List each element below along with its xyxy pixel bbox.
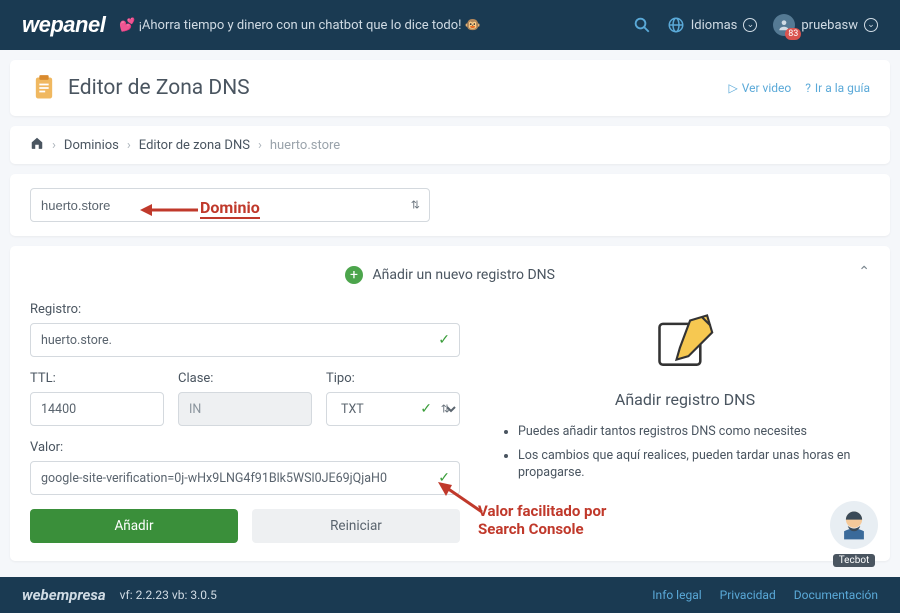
footer-link-legal[interactable]: Info legal	[652, 588, 701, 602]
tecbot-label: Tecbot	[833, 554, 876, 567]
registro-input[interactable]	[30, 323, 460, 357]
chevron-down-icon: ⌄	[864, 18, 878, 32]
domain-selector-card: huerto.store	[10, 174, 890, 236]
ttl-label: TTL:	[30, 371, 164, 386]
go-to-guide-link[interactable]: ? Ir a la guía	[805, 81, 870, 95]
tipo-label: Tipo:	[326, 371, 460, 386]
help-icon: ?	[805, 81, 811, 95]
footer-bar: webempresa vf: 2.2.23 vb: 3.0.5 Info leg…	[0, 577, 900, 613]
valor-label: Valor:	[30, 440, 460, 455]
tip-item: Puedes añadir tantos registros DNS como …	[518, 423, 870, 441]
registro-label: Registro:	[30, 302, 460, 317]
clase-input	[178, 392, 312, 426]
breadcrumb-sep: ›	[52, 138, 56, 153]
footer-link-docs[interactable]: Documentación	[794, 588, 878, 602]
collapse-toggle[interactable]: ⌃	[858, 264, 870, 280]
chevron-down-icon: ⌄	[743, 18, 757, 32]
reset-button[interactable]: Reiniciar	[252, 509, 460, 543]
add-record-illustration: Añadir registro DNS	[500, 312, 870, 409]
plus-icon: +	[345, 266, 363, 284]
notification-badge: 83	[785, 28, 801, 40]
info-title: Añadir registro DNS	[500, 390, 870, 409]
ttl-input[interactable]	[30, 392, 164, 426]
add-record-title: Añadir un nuevo registro DNS	[372, 267, 555, 283]
breadcrumb-item-editor[interactable]: Editor de zona DNS	[139, 138, 250, 153]
add-button[interactable]: Añadir	[30, 509, 238, 543]
breadcrumb-current: huerto.store	[270, 138, 340, 153]
home-icon[interactable]	[30, 136, 44, 154]
video-icon: ▷	[729, 81, 738, 95]
top-bar: wepanel 💕 ¡Ahorra tiempo y dinero con un…	[0, 0, 900, 50]
brand-logo: wepanel	[22, 12, 105, 38]
page-title: Editor de Zona DNS	[68, 76, 250, 100]
breadcrumb: › Dominios › Editor de zona DNS › huerto…	[10, 126, 890, 164]
clipboard-icon	[30, 74, 58, 102]
add-record-card: + Añadir un nuevo registro DNS ⌃ Registr…	[10, 246, 890, 561]
domain-select[interactable]: huerto.store	[30, 188, 430, 222]
user-menu[interactable]: 83 pruebasw ⌄	[773, 14, 878, 36]
footer-logo: webempresa	[22, 586, 106, 604]
language-dropdown[interactable]: Idiomas ⌄	[667, 16, 758, 34]
globe-icon	[667, 16, 685, 34]
tecbot-avatar	[830, 501, 878, 549]
avatar-icon: 83	[773, 14, 795, 36]
clase-label: Clase:	[178, 371, 312, 386]
page-header-card: Editor de Zona DNS ▷ Ver video ? Ir a la…	[10, 60, 890, 116]
view-video-link[interactable]: ▷ Ver video	[729, 81, 792, 95]
search-icon[interactable]	[633, 16, 651, 34]
footer-version: vf: 2.2.23 vb: 3.0.5	[120, 588, 217, 602]
tagline: 💕 ¡Ahorra tiempo y dinero con un chatbot…	[119, 18, 481, 33]
breadcrumb-sep: ›	[127, 138, 131, 153]
footer-link-privacy[interactable]: Privacidad	[720, 588, 776, 602]
breadcrumb-item-dominios[interactable]: Dominios	[64, 138, 119, 153]
tecbot-widget[interactable]: Tecbot	[826, 501, 882, 567]
language-label: Idiomas	[691, 18, 738, 33]
breadcrumb-sep: ›	[258, 138, 262, 153]
user-name: pruebasw	[801, 18, 858, 33]
valor-input[interactable]	[30, 461, 460, 495]
tip-item: Los cambios que aquí realices, pueden ta…	[518, 447, 870, 482]
tipo-select[interactable]: TXT	[326, 392, 460, 426]
info-tips: Puedes añadir tantos registros DNS como …	[500, 423, 870, 482]
